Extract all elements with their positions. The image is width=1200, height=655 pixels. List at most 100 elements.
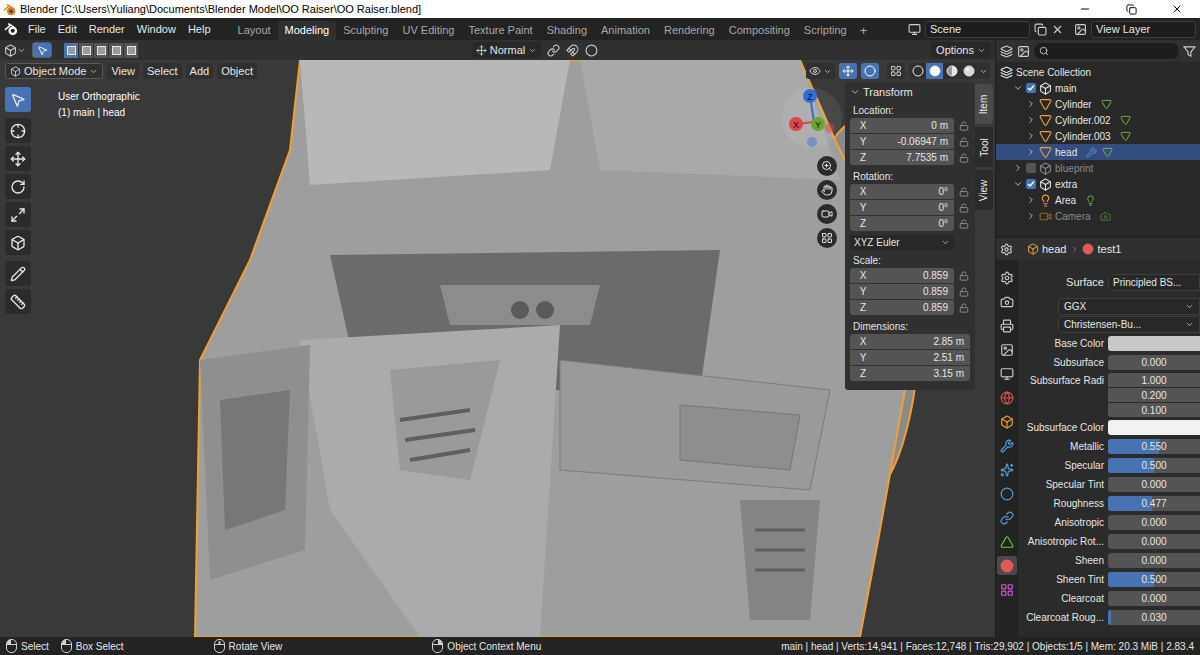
view-layer-tab-icon[interactable] <box>1000 343 1014 357</box>
workspace-tab[interactable]: UV Editing <box>395 21 461 40</box>
select-mode-button[interactable] <box>79 43 94 58</box>
minimize-button[interactable] <box>1062 0 1108 18</box>
tool-button[interactable] <box>5 118 31 143</box>
collapsed-icon[interactable] <box>1026 99 1036 109</box>
outliner-row[interactable]: blueprint <box>996 160 1200 176</box>
filter-icon[interactable] <box>1183 45 1196 58</box>
dropdown-field[interactable]: Christensen-Bu... <box>1058 316 1200 333</box>
light-data-icon[interactable] <box>1085 195 1096 206</box>
viewport-scene[interactable] <box>0 60 995 637</box>
viewport-menu[interactable]: Select <box>143 63 182 79</box>
number-field[interactable]: Y2.51 m <box>850 350 970 365</box>
zoom-button[interactable] <box>817 156 837 176</box>
menu-item[interactable]: Render <box>83 21 131 38</box>
world-tab-icon[interactable] <box>1000 391 1014 405</box>
select-mode-button[interactable] <box>109 43 124 58</box>
outliner-row[interactable]: Cylinder.003 <box>996 128 1200 144</box>
scene-tab-icon[interactable] <box>1000 367 1014 381</box>
lock-toggle[interactable] <box>958 153 970 163</box>
properties-tab[interactable] <box>997 508 1017 527</box>
collapsed-icon[interactable] <box>1026 147 1036 157</box>
output-tab-icon[interactable] <box>1000 319 1014 333</box>
lock-toggle[interactable] <box>958 187 970 197</box>
workspace-tab[interactable]: Texture Paint <box>461 21 539 40</box>
properties-tab[interactable] <box>997 436 1017 455</box>
color-swatch[interactable] <box>1108 336 1200 351</box>
scene-selector-icon[interactable] <box>908 23 921 36</box>
mesh-data-icon[interactable] <box>1102 147 1113 158</box>
number-field[interactable]: Z7.7535 m <box>850 150 954 165</box>
collapsed-icon[interactable] <box>1026 211 1036 221</box>
slider-field[interactable]: 0.477 <box>1108 496 1200 511</box>
menu-item[interactable]: Edit <box>52 21 83 38</box>
color-swatch[interactable] <box>1108 420 1200 435</box>
lock-toggle[interactable] <box>958 271 970 281</box>
shader-field[interactable]: Principled BS... <box>1108 274 1200 291</box>
tool-button[interactable] <box>5 202 31 227</box>
panel-header[interactable]: Transform <box>850 82 970 102</box>
properties-tab[interactable] <box>997 556 1017 575</box>
properties-tab[interactable] <box>997 532 1017 551</box>
outliner-row[interactable]: Area <box>996 192 1200 208</box>
properties-tab[interactable] <box>997 364 1017 383</box>
number-field[interactable]: X2.85 m <box>850 334 970 349</box>
properties-tab[interactable] <box>997 460 1017 479</box>
properties-tab[interactable] <box>997 340 1017 359</box>
outliner-row[interactable]: Cylinder <box>996 96 1200 112</box>
add-workspace-button[interactable]: + <box>854 21 874 40</box>
active-tool-button[interactable] <box>32 42 52 58</box>
options-dropdown[interactable]: Options <box>931 42 991 58</box>
outliner-row[interactable]: Scene Collection <box>996 64 1200 80</box>
navigation-gizmo[interactable]: ZYX <box>778 84 842 148</box>
shading-button[interactable] <box>960 63 977 79</box>
workspace-tab[interactable]: Rendering <box>657 21 722 40</box>
tool-button[interactable] <box>5 174 31 199</box>
object-tab-icon[interactable] <box>1000 415 1014 429</box>
render-tab-icon[interactable] <box>1000 295 1014 309</box>
collapsed-icon[interactable] <box>1013 163 1023 173</box>
rotation-mode-dropdown[interactable]: XYZ Euler <box>850 235 954 250</box>
scene-field[interactable]: Scene <box>925 21 1030 38</box>
xray-toggle[interactable] <box>887 63 905 79</box>
new-scene-icon[interactable] <box>1034 23 1047 36</box>
outliner-editor-icon[interactable] <box>1000 45 1013 58</box>
constraints-tab-icon[interactable] <box>1000 511 1014 525</box>
expanded-icon[interactable] <box>1013 179 1023 189</box>
modifier-icon[interactable] <box>1086 147 1097 158</box>
menu-item[interactable]: File <box>22 21 52 38</box>
slider-field[interactable]: 0.000 <box>1108 534 1200 549</box>
properties-tab[interactable] <box>997 580 1017 599</box>
lock-toggle[interactable] <box>958 203 970 213</box>
camera-data-icon[interactable] <box>1100 211 1111 222</box>
mesh-data-tab-icon[interactable] <box>1000 535 1014 549</box>
workspace-tab[interactable]: Scripting <box>797 21 854 40</box>
outliner-row[interactable]: head <box>996 144 1200 160</box>
tool-button[interactable] <box>5 87 31 112</box>
viewport-menu[interactable]: Add <box>186 63 214 79</box>
close-button[interactable] <box>1154 0 1200 18</box>
particles-tab-icon[interactable] <box>1000 463 1014 477</box>
sidebar-tab[interactable]: Item <box>975 84 993 124</box>
shading-button[interactable] <box>943 63 960 79</box>
lock-toggle[interactable] <box>958 219 970 229</box>
overlay-toggle[interactable] <box>861 63 879 79</box>
number-field[interactable]: X0.859 <box>850 268 954 283</box>
ortho-toggle-button[interactable] <box>817 228 837 248</box>
properties-tab[interactable] <box>997 388 1017 407</box>
mesh-data-icon[interactable] <box>1120 115 1131 126</box>
menu-item[interactable]: Help <box>182 21 217 38</box>
properties-tab[interactable] <box>997 268 1017 287</box>
orientation-dropdown[interactable]: Normal <box>472 42 541 58</box>
collapsed-icon[interactable] <box>1026 195 1036 205</box>
pivot-point-icon[interactable] <box>547 44 560 57</box>
collection-checkbox[interactable] <box>1026 179 1036 189</box>
vector-field[interactable]: 0.200 <box>1108 388 1200 402</box>
viewport-menu[interactable]: Object <box>217 63 257 79</box>
shading-button[interactable] <box>926 63 943 79</box>
slider-field[interactable]: 0.500 <box>1108 572 1200 587</box>
delete-scene-icon[interactable] <box>1051 23 1064 36</box>
select-mode-button[interactable] <box>64 43 79 58</box>
sidebar-tab[interactable]: View <box>975 170 993 210</box>
display-mode-icon[interactable] <box>1017 45 1030 58</box>
number-field[interactable]: X0 m <box>850 118 954 133</box>
